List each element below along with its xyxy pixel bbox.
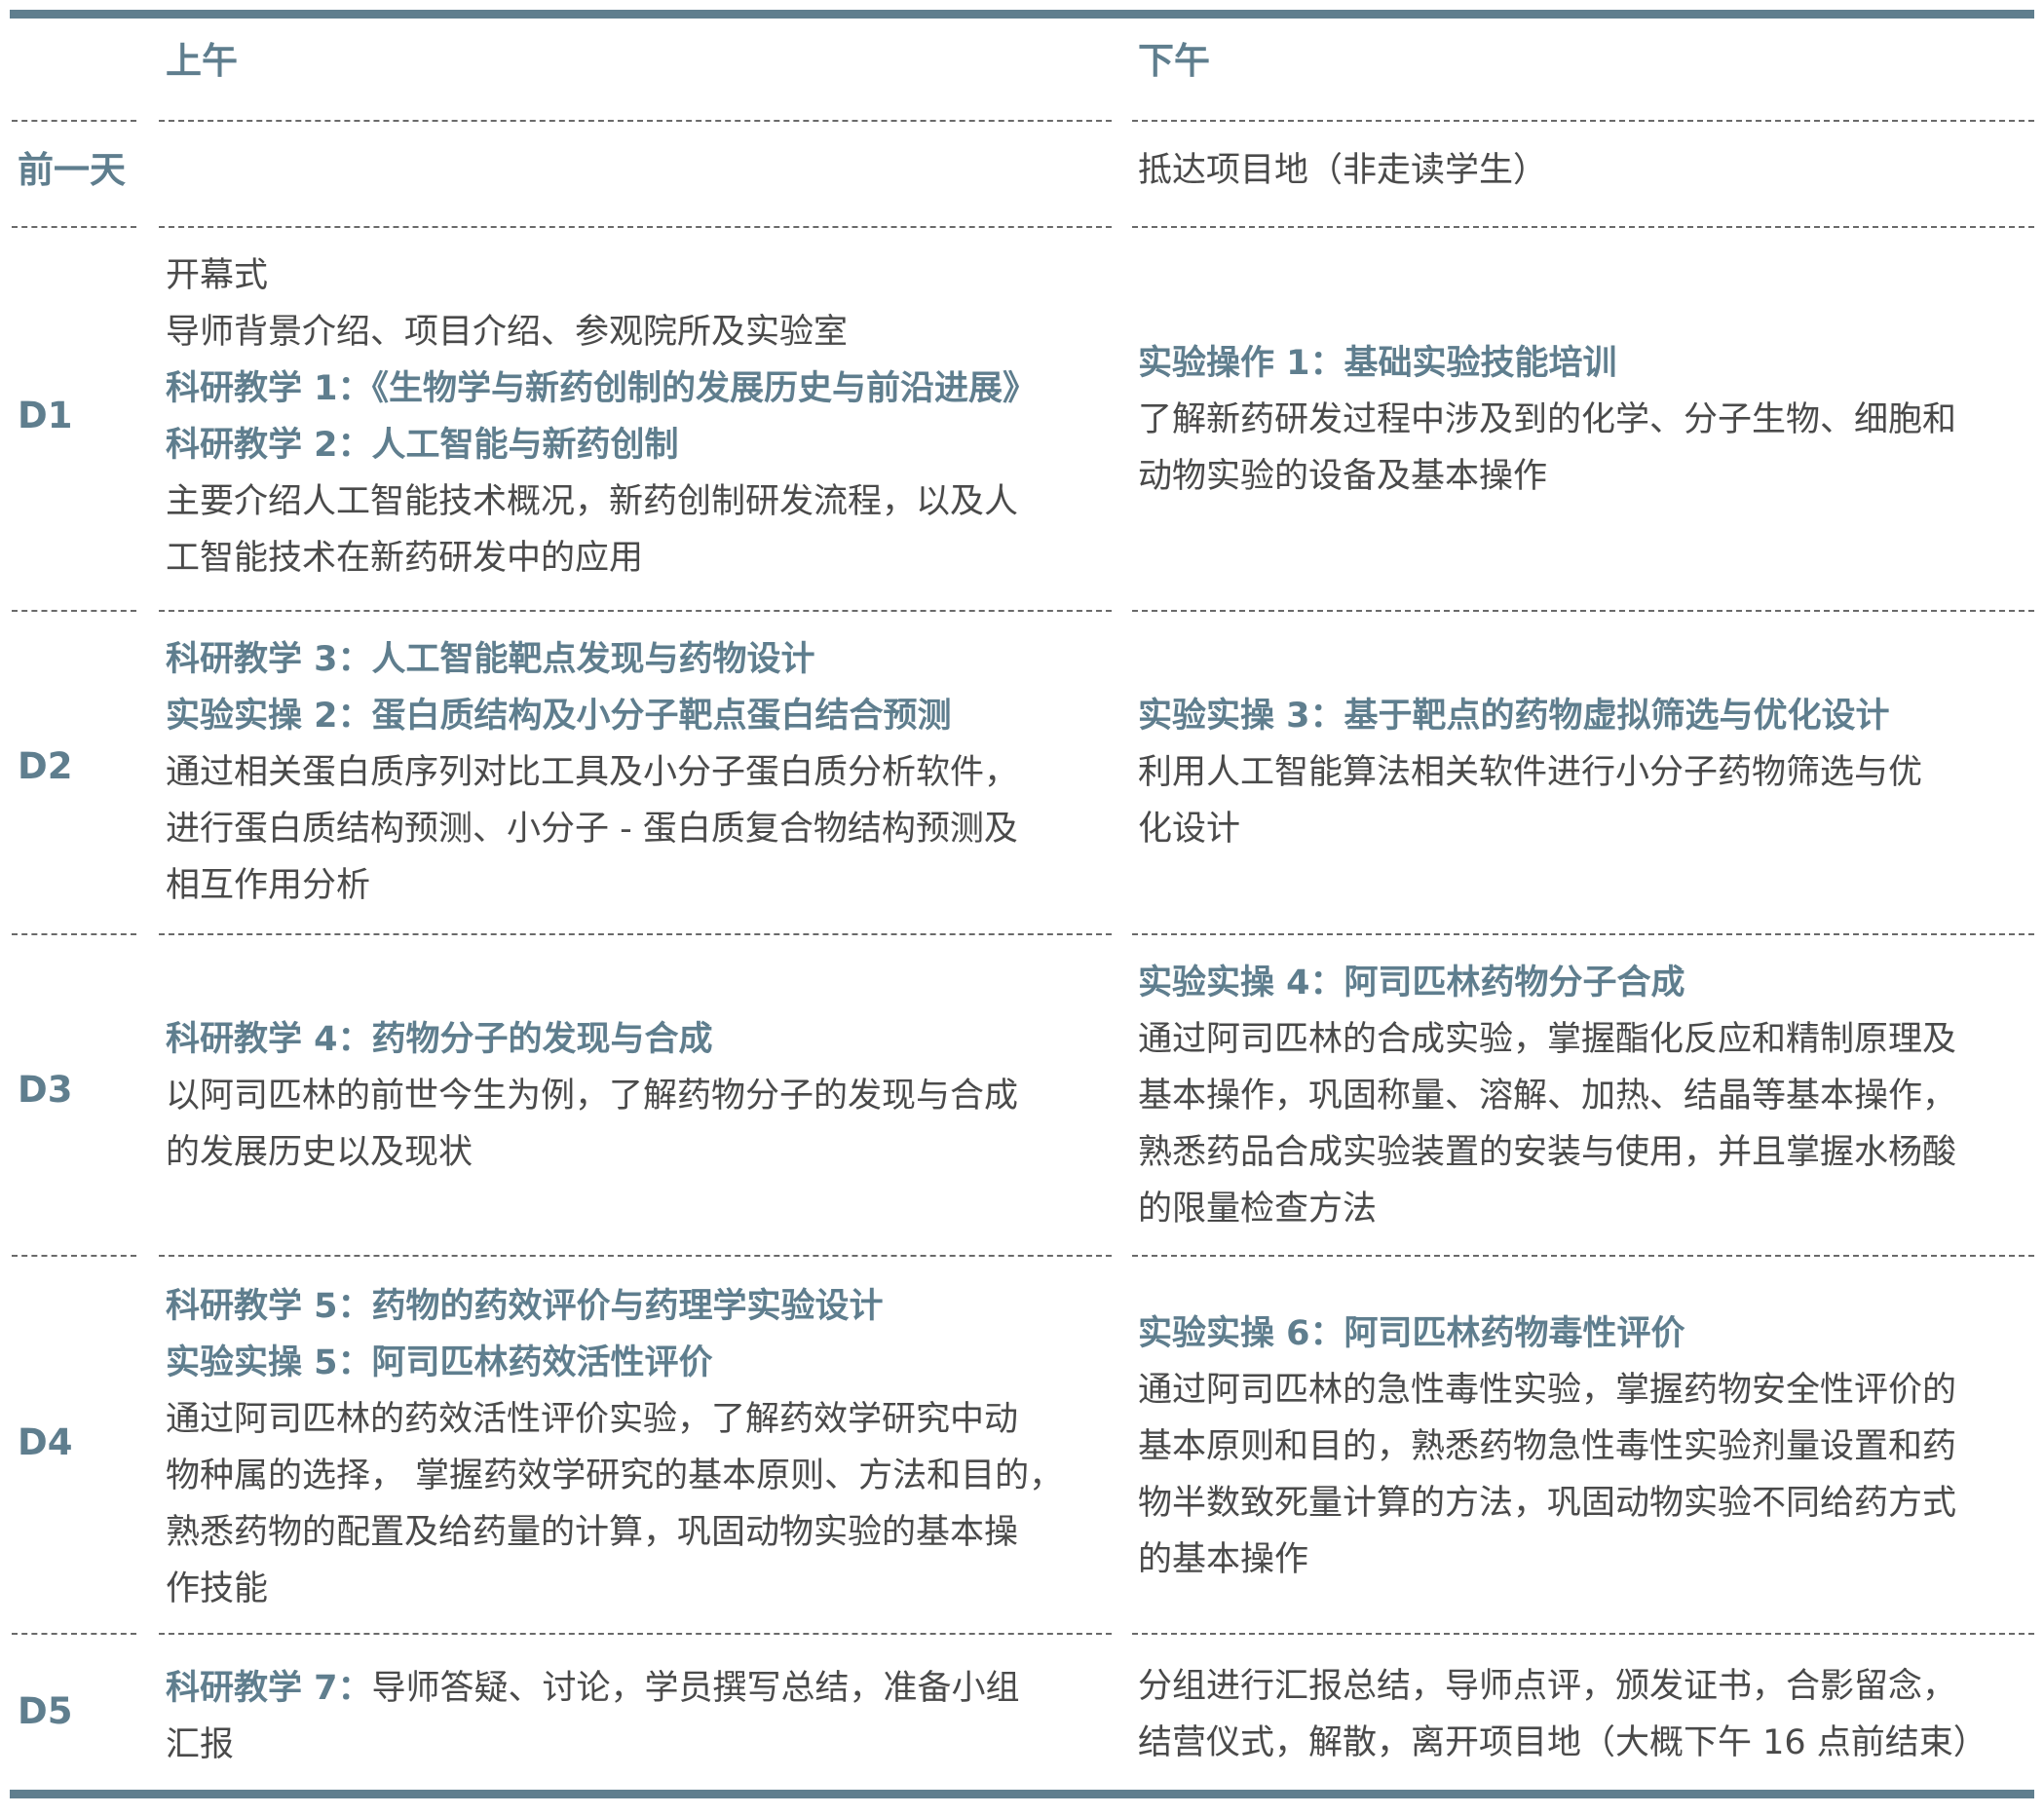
am-cell-d2: 科研教学 3：人工智能靶点发现与药物设计 实验实操 2：蛋白质结构及小分子靶点蛋…: [166, 631, 1018, 914]
pm-cell-d5: 分组进行汇报总结，导师点评，颁发证书，合影留念， 结营仪式，解散，离开项目地（大…: [1138, 1658, 1987, 1771]
pm-cell-d1: 实验操作 1：基础实验技能培训 了解新药研发过程中涉及到的化学、分子生物、细胞和…: [1138, 335, 1956, 505]
cell-text: 熟悉药物的配置及给药量的计算，巩固动物实验的基本操: [166, 1513, 1019, 1552]
cell-text: 基本原则和目的，熟悉药物急性毒性实验剂量设置和药: [1138, 1427, 1957, 1466]
pm-cell-d2: 实验实操 3：基于靶点的药物虚拟筛选与优化设计 利用人工智能算法相关软件进行小分…: [1138, 688, 1922, 857]
cell-text: 物半数致死量计算的方法，巩固动物实验不同给药方式: [1138, 1484, 1957, 1523]
table-bottom-border: [10, 1790, 2034, 1798]
cell-text: 物种属的选择， 掌握药效学研究的基本原则、方法和目的，: [166, 1456, 1064, 1495]
session-title: 科研教学 1：《生物学与新药创制的发展历史与前沿进展》: [166, 369, 1038, 408]
am-cell-d1: 开幕式 导师背景介绍、项目介绍、参观院所及实验室 科研教学 1：《生物学与新药创…: [166, 247, 1037, 586]
cell-text: 了解新药研发过程中涉及到的化学、分子生物、细胞和: [1138, 400, 1957, 439]
cell-text: 导师背景介绍、项目介绍、参观院所及实验室: [166, 313, 849, 352]
cell-text: 导师答疑、讨论，学员撰写总结，准备小组: [371, 1669, 1020, 1708]
cell-text: 开幕式: [166, 256, 269, 295]
cell-text: 通过阿司匹林的药效活性评价实验，了解药效学研究中动: [166, 1400, 1019, 1439]
session-title: 科研教学 5：药物的药效评价与药理学实验设计: [166, 1287, 884, 1326]
cell-text: 通过相关蛋白质序列对比工具及小分子蛋白质分析软件，: [166, 753, 1019, 792]
pm-cell-d4: 实验实操 6：阿司匹林药物毒性评价 通过阿司匹林的急性毒性实验，掌握药物安全性评…: [1138, 1305, 1956, 1588]
cell-text: 的基本操作: [1138, 1540, 1309, 1579]
cell-text: 进行蛋白质结构预测、小分子 - 蛋白质复合物结构预测及: [166, 810, 1018, 849]
session-title: 科研教学 4：药物分子的发现与合成: [166, 1020, 713, 1059]
cell-text: 的限量检查方法: [1138, 1190, 1378, 1229]
session-title: 实验操作 1：基础实验技能培训: [1138, 344, 1617, 383]
session-title: 实验实操 3：基于靶点的药物虚拟筛选与优化设计: [1138, 697, 1890, 736]
cell-text: 汇报: [166, 1725, 235, 1764]
cell-text: 化设计: [1138, 810, 1241, 849]
cell-text: 基本操作，巩固称量、溶解、加热、结晶等基本操作，: [1138, 1077, 1957, 1115]
cell-text: 工智能技术在新药研发中的应用: [166, 539, 644, 578]
table-top-border: [10, 10, 2034, 19]
cell-text: 通过阿司匹林的合成实验，掌握酯化反应和精制原理及: [1138, 1020, 1957, 1059]
session-title: 实验实操 5：阿司匹林药效活性评价: [166, 1343, 713, 1382]
am-cell-d3: 科研教学 4：药物分子的发现与合成 以阿司匹林的前世今生为例，了解药物分子的发现…: [166, 1011, 1018, 1181]
session-title: 实验实操 4：阿司匹林药物分子合成: [1138, 964, 1685, 1002]
session-title: 科研教学 7：: [166, 1669, 372, 1708]
cell-text: 熟悉药品合成实验装置的安装与使用，并且掌握水杨酸: [1138, 1133, 1957, 1172]
cell-text: 主要介绍人工智能技术概况，新药创制研发流程，以及人: [166, 482, 1019, 521]
row-label-d1: D1: [18, 395, 73, 436]
am-cell-d4: 科研教学 5：药物的药效评价与药理学实验设计 实验实操 5：阿司匹林药效活性评价…: [166, 1278, 1063, 1617]
header-morning: 上午: [166, 40, 238, 82]
cell-text: 的发展历史以及现状: [166, 1133, 473, 1172]
row-label-d2: D2: [18, 745, 73, 787]
cell-text: 通过阿司匹林的急性毒性实验，掌握药物安全性评价的: [1138, 1371, 1957, 1410]
header-afternoon: 下午: [1138, 40, 1210, 82]
cell-text: 相互作用分析: [166, 866, 371, 905]
cell-text: 利用人工智能算法相关软件进行小分子药物筛选与优: [1138, 753, 1923, 792]
row-label-d4: D4: [18, 1421, 73, 1463]
pm-cell-day-before: 抵达项目地（非走读学生）: [1138, 142, 1547, 199]
session-title: 科研教学 3：人工智能靶点发现与药物设计: [166, 640, 815, 679]
am-cell-d5: 科研教学 7：导师答疑、讨论，学员撰写总结，准备小组 汇报: [166, 1660, 1020, 1773]
cell-text: 结营仪式，解散，离开项目地（大概下午 16 点前结束）: [1138, 1723, 1987, 1762]
cell-text: 抵达项目地（非走读学生）: [1138, 151, 1548, 190]
cell-text: 作技能: [166, 1569, 269, 1608]
cell-text: 以阿司匹林的前世今生为例，了解药物分子的发现与合成: [166, 1077, 1019, 1115]
cell-text: 分组进行汇报总结，导师点评，颁发证书，合影留念，: [1138, 1667, 1957, 1706]
cell-text: 动物实验的设备及基本操作: [1138, 457, 1548, 496]
row-label-d3: D3: [18, 1069, 73, 1111]
session-title: 实验实操 2：蛋白质结构及小分子靶点蛋白结合预测: [166, 697, 952, 736]
row-label-d5: D5: [18, 1690, 73, 1732]
row-label-day-before: 前一天: [18, 149, 126, 191]
pm-cell-d3: 实验实操 4：阿司匹林药物分子合成 通过阿司匹林的合成实验，掌握酯化反应和精制原…: [1138, 955, 1956, 1237]
session-title: 实验实操 6：阿司匹林药物毒性评价: [1138, 1314, 1685, 1353]
session-title: 科研教学 2：人工智能与新药创制: [166, 426, 679, 465]
